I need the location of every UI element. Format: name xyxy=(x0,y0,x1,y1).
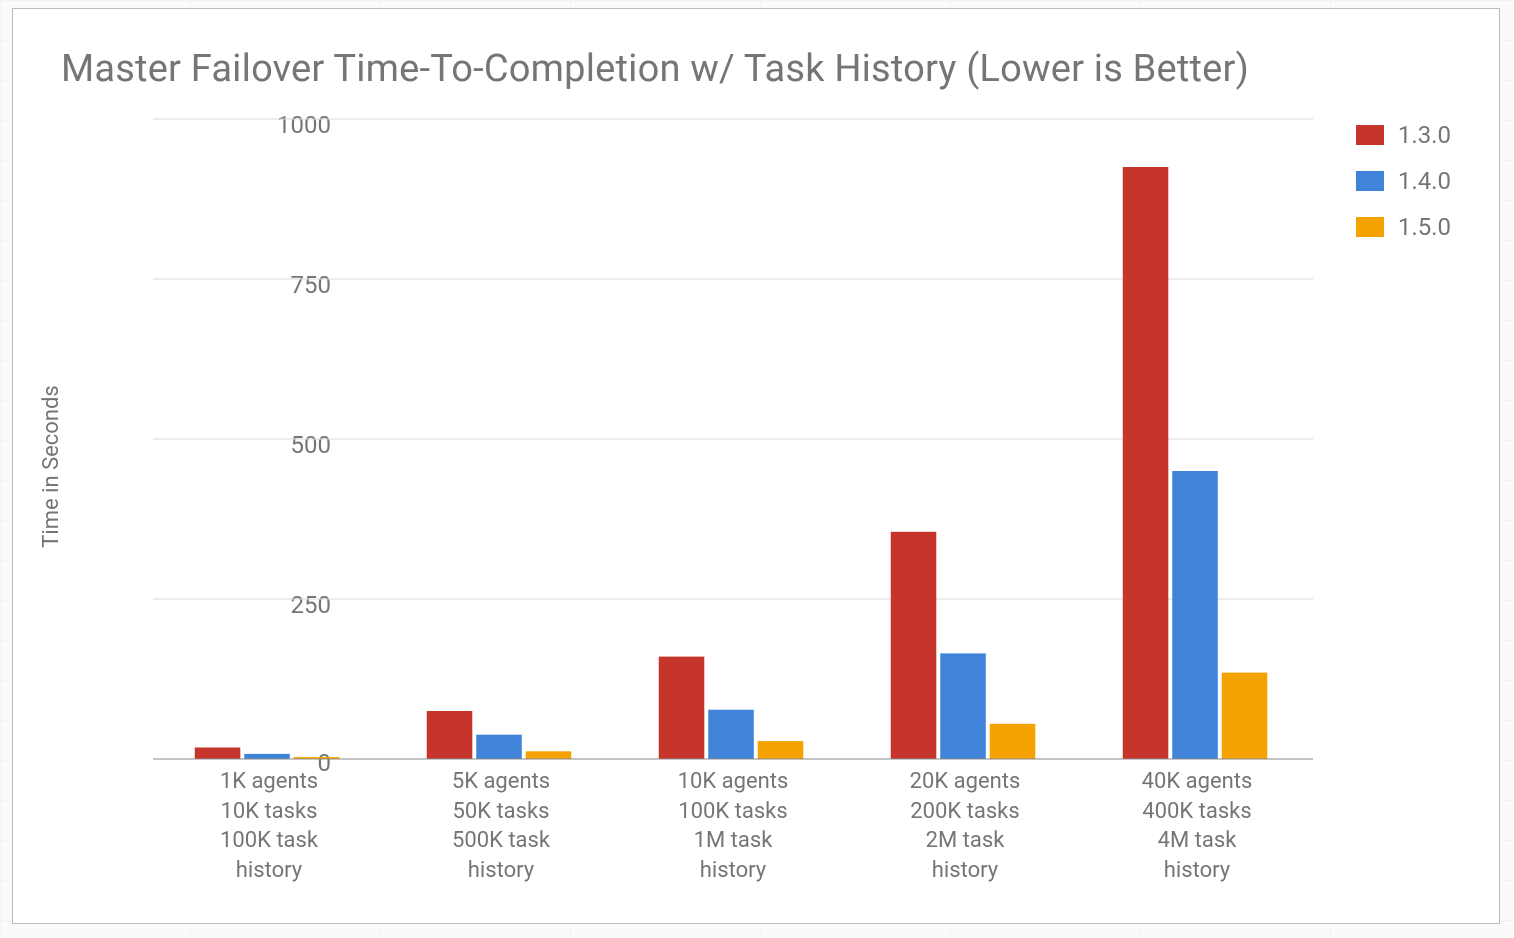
y-axis-label-text: Time in Seconds xyxy=(39,385,64,548)
bar xyxy=(708,710,754,759)
bar xyxy=(940,653,986,759)
y-axis-label: Time in Seconds xyxy=(39,9,63,923)
plot-area xyxy=(153,119,1313,759)
chart-svg xyxy=(153,119,1313,759)
legend: 1.3.0 1.4.0 1.5.0 xyxy=(1356,121,1451,259)
legend-label: 1.5.0 xyxy=(1398,213,1451,241)
legend-swatch xyxy=(1356,217,1384,237)
bar xyxy=(526,751,572,759)
legend-item: 1.3.0 xyxy=(1356,121,1451,149)
bar xyxy=(891,532,937,759)
legend-label: 1.4.0 xyxy=(1398,167,1451,195)
bar xyxy=(1123,167,1169,759)
bars-group xyxy=(195,167,1268,759)
bar xyxy=(244,754,290,759)
x-category-label: 1K agents10K tasks100K taskhistory xyxy=(153,767,385,886)
bar xyxy=(476,735,522,759)
bar xyxy=(427,711,473,759)
bar xyxy=(1222,673,1268,759)
chart-card: Master Failover Time-To-Completion w/ Ta… xyxy=(12,8,1500,924)
legend-swatch xyxy=(1356,125,1384,145)
bar xyxy=(758,741,804,759)
bar xyxy=(195,747,241,759)
legend-item: 1.5.0 xyxy=(1356,213,1451,241)
bar xyxy=(990,724,1036,759)
x-category-label: 20K agents200K tasks2M taskhistory xyxy=(849,767,1081,886)
x-category-label: 10K agents100K tasks1M taskhistory xyxy=(617,767,849,886)
chart-title: Master Failover Time-To-Completion w/ Ta… xyxy=(61,47,1249,91)
bar xyxy=(659,657,705,759)
x-category-label: 5K agents50K tasks500K taskhistory xyxy=(385,767,617,886)
bar xyxy=(1172,471,1218,759)
x-axis-labels: 1K agents10K tasks100K taskhistory5K age… xyxy=(153,767,1313,917)
x-category-label: 40K agents400K tasks4M taskhistory xyxy=(1081,767,1313,886)
legend-item: 1.4.0 xyxy=(1356,167,1451,195)
legend-label: 1.3.0 xyxy=(1398,121,1451,149)
legend-swatch xyxy=(1356,171,1384,191)
